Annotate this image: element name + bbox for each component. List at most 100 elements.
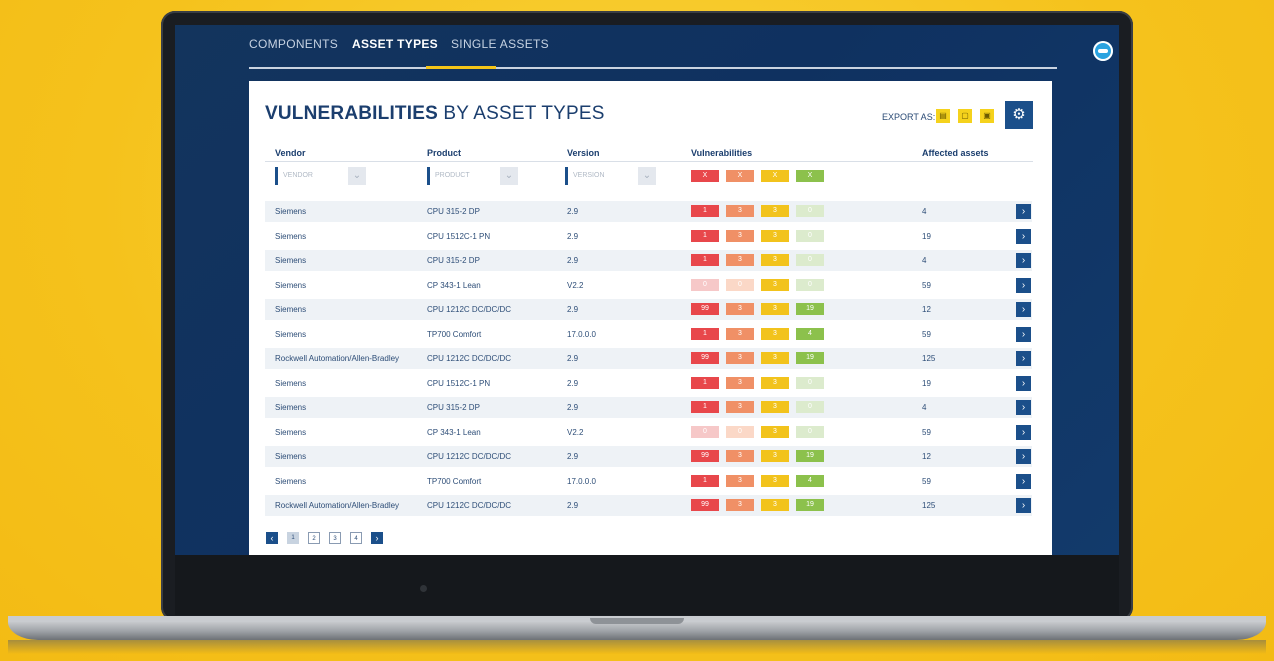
table-row[interactable]: Siemens CPU 315-2 DP 2.9 1 3 3 0 4 › bbox=[265, 250, 1032, 271]
chevron-right-icon[interactable]: › bbox=[1016, 473, 1031, 489]
high-count-badge: 3 bbox=[726, 450, 754, 462]
high-filter-chip[interactable]: X bbox=[726, 170, 754, 182]
product-cell: CPU 1212C DC/DC/DC bbox=[427, 452, 512, 461]
low-filter-chip[interactable]: X bbox=[796, 170, 824, 182]
product-filter[interactable]: PRODUCT ⌄ bbox=[427, 167, 520, 185]
chevron-right-icon[interactable]: › bbox=[1016, 253, 1031, 268]
vendor-cell: Siemens bbox=[275, 231, 307, 241]
vendor-cell: Rockwell Automation/Allen-Bradley bbox=[275, 501, 400, 510]
version-cell: 2.9 bbox=[567, 501, 579, 510]
column-product[interactable]: Product bbox=[427, 148, 461, 158]
column-vulnerabilities[interactable]: Vulnerabilities bbox=[691, 148, 752, 158]
table-row[interactable]: Siemens CPU 1512C-1 PN 2.9 1 3 3 0 19 › bbox=[265, 373, 1032, 394]
medium-count-badge: 3 bbox=[761, 278, 789, 291]
chevron-left-icon[interactable]: ‹ bbox=[266, 532, 278, 544]
page-button[interactable]: 2 bbox=[308, 532, 320, 544]
critical-filter-chip[interactable]: X bbox=[691, 170, 719, 182]
high-count-badge: 3 bbox=[726, 254, 754, 266]
affected-assets-cell: 59 bbox=[922, 476, 931, 486]
chevron-right-icon[interactable]: › bbox=[1016, 424, 1031, 440]
version-cell: 2.9 bbox=[567, 305, 579, 314]
vendor-cell: Siemens bbox=[275, 452, 307, 461]
high-count-badge: 0 bbox=[726, 278, 754, 291]
low-count-badge: 19 bbox=[796, 499, 824, 511]
chevron-down-icon[interactable]: ⌄ bbox=[500, 167, 518, 185]
table-row[interactable]: Siemens TP700 Comfort 17.0.0.0 1 3 3 4 59 › bbox=[265, 471, 1032, 492]
low-count-badge: 4 bbox=[796, 474, 824, 487]
tab-asset-types[interactable]: ASSET TYPES bbox=[352, 37, 438, 65]
table-row[interactable]: Siemens TP700 Comfort 17.0.0.0 1 3 3 4 59 › bbox=[265, 324, 1032, 345]
medium-count-badge: 3 bbox=[761, 303, 789, 315]
export-csv-icon[interactable]: ▤ bbox=[936, 109, 950, 123]
critical-count-badge: 1 bbox=[691, 327, 719, 340]
low-count-badge: 19 bbox=[796, 352, 824, 364]
product-cell: CPU 1212C DC/DC/DC bbox=[427, 501, 512, 510]
affected-assets-cell: 12 bbox=[922, 452, 931, 461]
version-cell: 17.0.0.0 bbox=[567, 329, 596, 339]
table-row[interactable]: Siemens CPU 1212C DC/DC/DC 2.9 99 3 3 19 12 › bbox=[265, 299, 1032, 320]
column-version[interactable]: Version bbox=[567, 148, 600, 158]
low-count-badge: 19 bbox=[796, 450, 824, 462]
column-affected-assets[interactable]: Affected assets bbox=[922, 148, 989, 158]
medium-count-badge: 3 bbox=[761, 474, 789, 487]
affected-assets-cell: 4 bbox=[922, 403, 927, 412]
chevron-right-icon[interactable]: › bbox=[371, 532, 383, 544]
affected-assets-cell: 125 bbox=[922, 354, 936, 363]
critical-count-badge: 99 bbox=[691, 352, 719, 364]
low-count-badge: 0 bbox=[796, 205, 824, 217]
chevron-right-icon[interactable]: › bbox=[1016, 277, 1031, 293]
page-button[interactable]: 3 bbox=[329, 532, 341, 544]
affected-assets-cell: 4 bbox=[922, 207, 927, 216]
page-button[interactable]: 1 bbox=[287, 532, 299, 544]
high-count-badge: 3 bbox=[726, 303, 754, 315]
table-row[interactable]: Siemens CP 343-1 Lean V2.2 0 0 3 0 59 › bbox=[265, 275, 1032, 296]
chevron-right-icon[interactable]: › bbox=[1016, 228, 1031, 244]
table-row[interactable]: Siemens CP 343-1 Lean V2.2 0 0 3 0 59 › bbox=[265, 422, 1032, 443]
chevron-right-icon[interactable]: › bbox=[1016, 400, 1031, 415]
page-button[interactable]: 4 bbox=[350, 532, 362, 544]
table-row[interactable]: Siemens CPU 315-2 DP 2.9 1 3 3 0 4 › bbox=[265, 201, 1032, 222]
table-row[interactable]: Siemens CPU 315-2 DP 2.9 1 3 3 0 4 › bbox=[265, 397, 1032, 418]
affected-assets-cell: 19 bbox=[922, 231, 931, 241]
laptop-bezel bbox=[175, 555, 1119, 615]
table-row[interactable]: Siemens CPU 1512C-1 PN 2.9 1 3 3 0 19 › bbox=[265, 226, 1032, 247]
chevron-right-icon[interactable]: › bbox=[1016, 351, 1031, 366]
column-vendor[interactable]: Vendor bbox=[275, 148, 306, 158]
vendor-cell: Siemens bbox=[275, 280, 307, 290]
table-row[interactable]: Rockwell Automation/Allen-Bradley CPU 121… bbox=[265, 495, 1032, 516]
critical-count-badge: 0 bbox=[691, 278, 719, 291]
table-row[interactable]: Siemens CPU 1212C DC/DC/DC 2.9 99 3 3 19 12 › bbox=[265, 446, 1032, 467]
medium-filter-chip[interactable]: X bbox=[761, 170, 789, 182]
high-count-badge: 3 bbox=[726, 352, 754, 364]
high-count-badge: 3 bbox=[726, 376, 754, 389]
version-cell: 2.9 bbox=[567, 378, 579, 388]
export-pdf-icon[interactable]: ▢ bbox=[958, 109, 972, 123]
app-logo-icon[interactable] bbox=[1093, 41, 1113, 61]
export-xls-icon[interactable]: ▣ bbox=[980, 109, 994, 123]
chevron-down-icon[interactable]: ⌄ bbox=[348, 167, 366, 185]
low-count-badge: 0 bbox=[796, 401, 824, 413]
settings-gear-icon[interactable]: ⚙ bbox=[1005, 101, 1033, 129]
product-cell: CPU 1212C DC/DC/DC bbox=[427, 354, 512, 363]
critical-count-badge: 1 bbox=[691, 376, 719, 389]
camera-icon bbox=[420, 585, 427, 592]
chevron-right-icon[interactable]: › bbox=[1016, 326, 1031, 342]
affected-assets-cell: 125 bbox=[922, 501, 936, 510]
tab-single-assets[interactable]: SINGLE ASSETS bbox=[451, 37, 549, 65]
active-tab-indicator bbox=[426, 66, 496, 69]
chevron-down-icon[interactable]: ⌄ bbox=[638, 167, 656, 185]
critical-count-badge: 99 bbox=[691, 303, 719, 315]
tab-components[interactable]: COMPONENTS bbox=[249, 37, 338, 65]
chevron-right-icon[interactable]: › bbox=[1016, 498, 1031, 513]
low-count-badge: 0 bbox=[796, 376, 824, 389]
product-cell: CP 343-1 Lean bbox=[427, 280, 481, 290]
table-row[interactable]: Rockwell Automation/Allen-Bradley CPU 121… bbox=[265, 348, 1032, 369]
version-filter[interactable]: VERSION ⌄ bbox=[565, 167, 658, 185]
high-count-badge: 3 bbox=[726, 401, 754, 413]
critical-count-badge: 0 bbox=[691, 425, 719, 438]
chevron-right-icon[interactable]: › bbox=[1016, 204, 1031, 219]
chevron-right-icon[interactable]: › bbox=[1016, 375, 1031, 391]
chevron-right-icon[interactable]: › bbox=[1016, 449, 1031, 464]
chevron-right-icon[interactable]: › bbox=[1016, 302, 1031, 317]
vendor-filter[interactable]: VENDOR ⌄ bbox=[275, 167, 368, 185]
